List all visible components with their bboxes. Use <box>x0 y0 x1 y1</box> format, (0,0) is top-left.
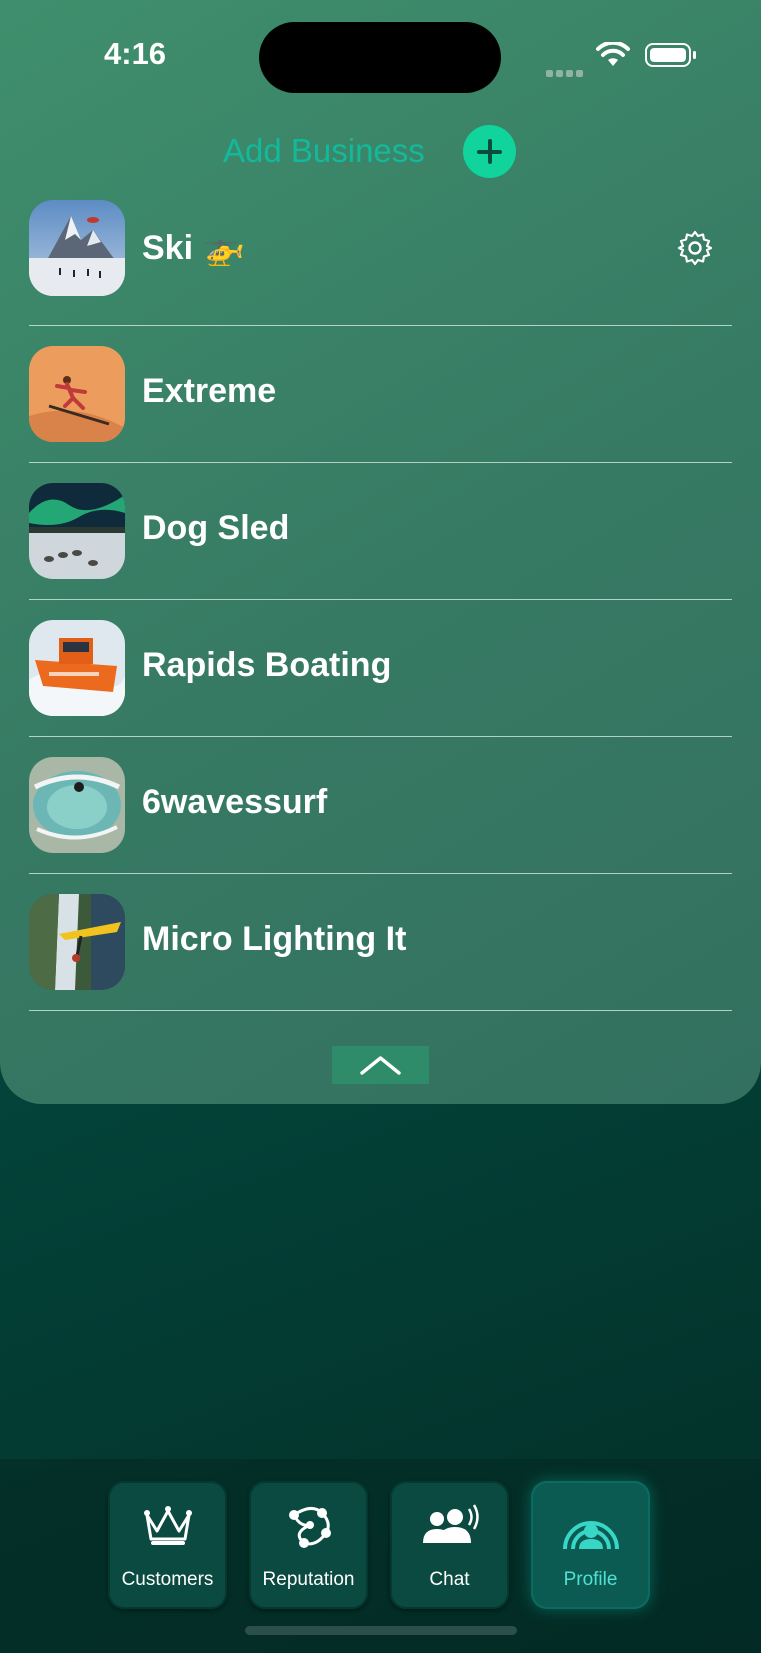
business-row-rapids-boating[interactable]: Rapids Boating <box>29 600 732 737</box>
micro-lighting-thumbnail <box>29 894 125 990</box>
tab-customers[interactable]: Customers <box>108 1481 227 1609</box>
chevron-up-icon <box>360 1056 401 1075</box>
crown-icon <box>143 1506 192 1545</box>
network-icon <box>288 1507 331 1548</box>
add-business-label[interactable]: Add Business <box>223 132 425 170</box>
business-row-dog-sled[interactable]: Dog Sled <box>29 463 732 600</box>
business-row-extreme[interactable]: Extreme <box>29 326 732 463</box>
tab-label: Profile <box>563 1569 618 1590</box>
business-name: Dog Sled <box>142 509 290 547</box>
profile-arc-icon <box>562 1521 619 1550</box>
rapids-boating-thumbnail <box>29 620 125 716</box>
business-name: Rapids Boating <box>142 646 392 684</box>
wifi-icon <box>596 42 630 66</box>
business-row-6wavessurf[interactable]: 6wavessurf <box>29 737 732 874</box>
business-name: Ski 🚁 <box>142 229 245 267</box>
status-bar: 4:16 <box>0 0 761 110</box>
tab-chat[interactable]: Chat <box>390 1481 509 1609</box>
business-name: 6wavessurf <box>142 783 328 821</box>
6wavessurf-thumbnail <box>29 757 125 853</box>
business-panel: 4:16 Add Business Ski 🚁 Extreme Dog Sled… <box>0 0 761 1104</box>
tab-bar: Customers Reputation Chat Profile <box>0 1459 761 1653</box>
signal-icon <box>546 62 586 81</box>
collapse-button[interactable] <box>332 1046 429 1084</box>
tab-label: Reputation <box>262 1569 355 1590</box>
add-business-row[interactable]: Add Business <box>0 124 761 180</box>
dog-sled-thumbnail <box>29 483 125 579</box>
business-name: Micro Lighting It <box>142 920 407 958</box>
gear-icon[interactable] <box>676 229 714 267</box>
business-row-ski[interactable]: Ski 🚁 <box>29 193 732 326</box>
business-row-micro-lighting-it[interactable]: Micro Lighting It <box>29 874 732 1011</box>
status-time: 4:16 <box>104 36 167 71</box>
business-list: Ski 🚁 Extreme Dog Sled Rapids Boating 6w… <box>29 193 732 1011</box>
business-name: Extreme <box>142 372 277 410</box>
tab-profile[interactable]: Profile <box>531 1481 650 1609</box>
tab-label: Customers <box>121 1569 214 1590</box>
dynamic-island <box>259 22 501 93</box>
tab-reputation[interactable]: Reputation <box>249 1481 368 1609</box>
ski-thumbnail <box>29 200 125 296</box>
tab-label: Chat <box>429 1569 470 1590</box>
extreme-thumbnail <box>29 346 125 442</box>
add-business-button[interactable] <box>463 125 516 178</box>
home-indicator[interactable] <box>245 1626 517 1635</box>
people-speaking-icon <box>422 1504 479 1543</box>
battery-icon <box>645 43 696 67</box>
